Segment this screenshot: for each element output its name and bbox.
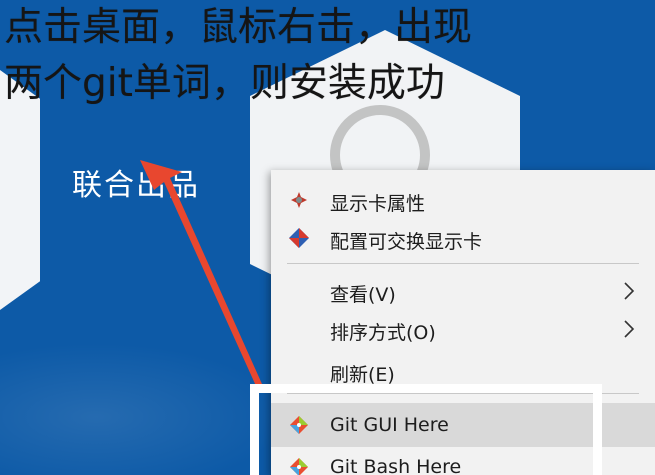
menu-item-git-bash-here[interactable]: Git Bash Here [271,447,655,475]
menu-item-label: 刷新(E) [330,364,395,386]
menu-item-label: 配置可交换显示卡 [330,231,483,253]
wallpaper-brand-label: 联合出品 [72,168,200,203]
caption-line-2: 两个git单词，则安装成功 [4,61,445,106]
menu-item-sort-by[interactable]: 排序方式(O) [271,309,655,349]
desktop-context-menu: 显示卡属性 配置可交换显示卡 查看(V) 排序方式(O) 刷新(E) Git G… [271,170,655,475]
menu-item-git-gui-here[interactable]: Git GUI Here [271,403,655,447]
menu-item-label: Git GUI Here [330,414,449,436]
graphics-properties-icon [291,192,307,208]
chevron-right-icon [624,320,635,338]
menu-item-label: 查看(V) [330,284,396,306]
chevron-right-icon [624,282,635,300]
menu-item-switchable-graphics[interactable]: 配置可交换显示卡 [271,218,655,258]
menu-item-label: Git Bash Here [330,456,462,475]
menu-item-refresh[interactable]: 刷新(E) [271,351,655,391]
menu-separator [287,393,639,394]
instruction-caption: 点击桌面，鼠标右击，出现 两个git单词，则安装成功 [0,0,655,112]
caption-line-1: 点击桌面，鼠标右击，出现 [4,5,473,50]
git-icon [290,416,308,434]
menu-item-label: 显示卡属性 [330,193,426,215]
git-icon [290,458,308,475]
menu-item-graphics-properties[interactable]: 显示卡属性 [271,180,655,220]
menu-item-view[interactable]: 查看(V) [271,271,655,311]
menu-item-label: 排序方式(O) [330,322,436,344]
menu-separator [287,263,639,264]
switchable-graphics-icon [289,228,309,248]
